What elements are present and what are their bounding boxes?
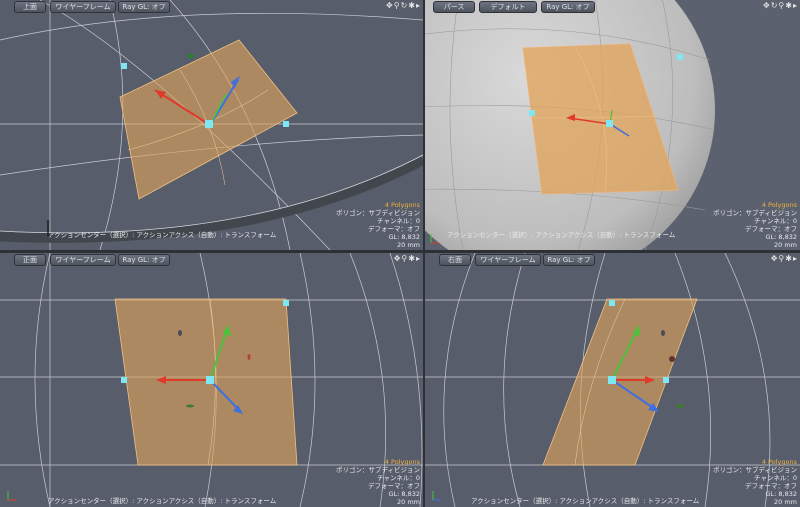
center-handle[interactable] <box>205 120 213 128</box>
grid-scale: 20 mm <box>773 498 797 506</box>
viewport-front-toolbar: 正面 ワイヤーフレーム Ray GL: オフ ✥⚲✱▸ <box>0 253 423 266</box>
rotate-handle[interactable] <box>661 330 665 336</box>
viewport-controls[interactable]: ✥⚲↻✱▸ <box>386 0 421 12</box>
viewport-top[interactable]: 上面 ワイヤーフレーム Ray GL: オフ ✥⚲↻✱▸ アクションセンター（選… <box>0 0 423 250</box>
status-text: アクションセンター（選択）: アクションアクシス（自動）: トランスフォーム <box>447 231 676 239</box>
scale-handle-x[interactable] <box>121 377 127 383</box>
grid-scale: 20 mm <box>773 241 797 249</box>
viewport-info: 4 Polygons ポリゴン：サブディビジョン チャンネル：0 デフォーマ：オ… <box>336 458 420 506</box>
view-type-button[interactable]: 上面 <box>14 1 46 13</box>
viewport-controls[interactable]: ✥↻⚲✱▸ <box>763 0 798 12</box>
scale-handle-z[interactable] <box>663 377 669 383</box>
axis-orientation-icon <box>7 491 16 501</box>
move-icon[interactable]: ✥ <box>763 1 771 10</box>
polygon-type: ポリゴン：サブディビジョン <box>712 466 797 474</box>
center-handle[interactable] <box>206 376 214 384</box>
center-handle[interactable] <box>606 120 613 127</box>
view-type-button[interactable]: パース <box>433 1 475 13</box>
arrow-right-icon[interactable]: ▸ <box>416 254 421 263</box>
polygon-count: 4 Polygons <box>761 201 797 209</box>
gl-info: GL: 8,832 <box>388 233 420 241</box>
deformer-info: デフォーマ：オフ <box>745 225 797 233</box>
channel-info: チャンネル：0 <box>377 474 420 482</box>
ray-gl-button[interactable]: Ray GL: オフ <box>118 1 170 13</box>
viewport-front[interactable]: 正面 ワイヤーフレーム Ray GL: オフ ✥⚲✱▸ アクションセンター（選択… <box>0 253 423 507</box>
polygon-type: ポリゴン：サブディビジョン <box>335 466 420 474</box>
scale-handle-x[interactable] <box>529 110 535 116</box>
ray-gl-button[interactable]: Ray GL: オフ <box>541 1 595 13</box>
ray-gl-button[interactable]: Ray GL: オフ <box>118 254 170 266</box>
center-handle[interactable] <box>608 376 616 384</box>
grid-scale: 20 mm <box>396 241 420 249</box>
gear-icon[interactable]: ✱ <box>408 254 416 263</box>
ray-gl-button[interactable]: Ray GL: オフ <box>543 254 595 266</box>
move-icon[interactable]: ✥ <box>386 1 394 10</box>
gear-icon[interactable]: ✱ <box>785 254 793 263</box>
channel-info: チャンネル：0 <box>754 217 797 225</box>
polygon-count: 4 Polygons <box>384 201 420 209</box>
channel-info: チャンネル：0 <box>754 474 797 482</box>
viewport-info: 4 Polygons ポリゴン：サブディビジョン チャンネル：0 デフォーマ：オ… <box>336 201 420 249</box>
shading-mode-button[interactable]: ワイヤーフレーム <box>475 254 541 266</box>
polygon-type: ポリゴン：サブディビジョン <box>712 209 797 217</box>
viewport-right-toolbar: 右面 ワイヤーフレーム Ray GL: オフ ✥⚲✱▸ <box>425 253 800 266</box>
scale-handle-z[interactable] <box>283 121 289 127</box>
status-text: アクションセンター（選択）: アクションアクシス（自動）: トランスフォーム <box>48 231 277 239</box>
viewport-top-toolbar: 上面 ワイヤーフレーム Ray GL: オフ ✥⚲↻✱▸ <box>0 0 423 13</box>
arrow-right-icon[interactable]: ▸ <box>416 1 421 10</box>
deformer-info: デフォーマ：オフ <box>745 482 797 490</box>
viewport-controls[interactable]: ✥⚲✱▸ <box>394 253 421 265</box>
status-text: アクションセンター（選択）: アクションアクシス（自動）: トランスフォーム <box>48 497 277 505</box>
gl-info: GL: 8,832 <box>765 233 797 241</box>
shading-mode-button[interactable]: ワイヤーフレーム <box>50 1 116 13</box>
scale-handle-y[interactable] <box>283 300 289 306</box>
polygon-count: 4 Polygons <box>761 458 797 466</box>
viewport-info: 4 Polygons ポリゴン：サブディビジョン チャンネル：0 デフォーマ：オ… <box>713 201 797 249</box>
arrow-right-icon[interactable]: ▸ <box>793 254 798 263</box>
gl-info: GL: 8,832 <box>765 490 797 498</box>
zoom-icon[interactable]: ⚲ <box>394 1 401 10</box>
deformer-info: デフォーマ：オフ <box>368 482 420 490</box>
viewport-info: 4 Polygons ポリゴン：サブディビジョン チャンネル：0 デフォーマ：オ… <box>713 458 797 506</box>
deformer-info: デフォーマ：オフ <box>368 225 420 233</box>
rotate-handle[interactable] <box>178 330 182 336</box>
shading-mode-button[interactable]: デフォルト <box>479 1 537 13</box>
viewport-right[interactable]: 右面 ワイヤーフレーム Ray GL: オフ ✥⚲✱▸ アクションセンター（選択… <box>425 253 800 507</box>
polygon-type: ポリゴン：サブディビジョン <box>335 209 420 217</box>
grid-scale: 20 mm <box>396 498 420 506</box>
gear-icon[interactable]: ✱ <box>785 1 793 10</box>
gear-icon[interactable]: ✱ <box>408 1 416 10</box>
status-text: アクションセンター（選択）: アクションアクシス（自動）: トランスフォーム <box>471 497 700 505</box>
scale-handle-y[interactable] <box>677 54 683 60</box>
selected-polygons[interactable] <box>542 298 698 466</box>
scale-handle-y[interactable] <box>609 300 615 306</box>
viewport-perspective[interactable]: パース デフォルト Ray GL: オフ ✥↻⚲✱▸ アクションセンター（選択）… <box>425 0 800 250</box>
gl-info: GL: 8,832 <box>388 490 420 498</box>
viewport-controls[interactable]: ✥⚲✱▸ <box>771 253 798 265</box>
shading-mode-button[interactable]: ワイヤーフレーム <box>50 254 116 266</box>
view-type-button[interactable]: 右面 <box>439 254 471 266</box>
scale-handle-x[interactable] <box>121 63 127 69</box>
rotate-handle-y[interactable] <box>188 53 194 59</box>
polygon-count: 4 Polygons <box>384 458 420 466</box>
viewport-perspective-toolbar: パース デフォルト Ray GL: オフ ✥↻⚲✱▸ <box>425 0 800 13</box>
view-type-button[interactable]: 正面 <box>14 254 46 266</box>
axis-orientation-icon <box>432 491 441 501</box>
channel-info: チャンネル：0 <box>377 217 420 225</box>
arrow-right-icon[interactable]: ▸ <box>793 1 798 10</box>
